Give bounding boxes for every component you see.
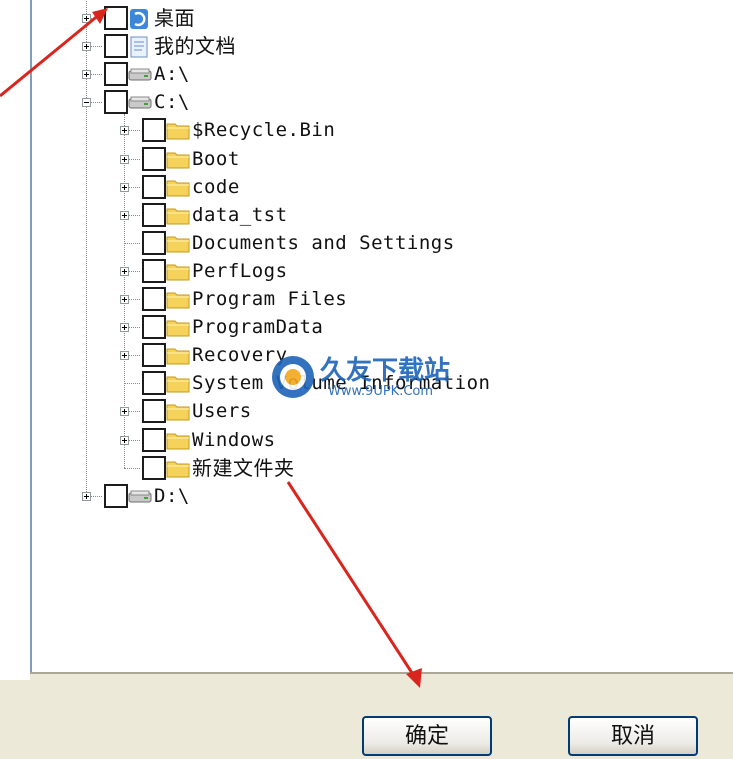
tree-node-label: Windows [192, 428, 276, 451]
tree-node-checkbox[interactable] [104, 90, 128, 115]
folder-icon [166, 205, 190, 225]
expand-plus-icon[interactable] [120, 435, 129, 445]
tree-node[interactable]: data_tst [32, 202, 732, 227]
folder-icon [166, 289, 190, 309]
expand-plus-icon[interactable] [120, 295, 129, 304]
tree-node-label: C:\ [154, 91, 190, 114]
tree-node[interactable]: 新建文件夹 [32, 455, 732, 480]
expand-plus-icon[interactable] [120, 351, 129, 361]
tree-node-checkbox[interactable] [142, 174, 166, 199]
tree-node-label: PerfLogs [192, 259, 288, 282]
expand-plus-icon[interactable] [120, 323, 129, 333]
folder-icon [166, 177, 190, 197]
tree-node[interactable]: 我的文档 [32, 34, 732, 59]
folder-icon [166, 317, 190, 337]
tree-node-checkbox[interactable] [104, 34, 128, 59]
folder-icon [166, 458, 190, 478]
tree-node-label: data_tst [192, 203, 288, 226]
folder-icon [166, 373, 190, 393]
tree-node-checkbox[interactable] [104, 483, 128, 508]
folder-icon [166, 430, 190, 450]
dialog-left-margin [0, 0, 30, 680]
folder-icon [166, 233, 190, 253]
watermark-logo-icon [272, 356, 314, 398]
ok-button[interactable]: 确定 [362, 716, 492, 756]
tree-node-checkbox[interactable] [104, 62, 128, 87]
tree-node[interactable]: ProgramData [32, 315, 732, 340]
collapse-minus-icon[interactable] [82, 98, 91, 108]
tree-node-label: $Recycle.Bin [192, 119, 336, 142]
tree-node[interactable]: Program Files [32, 287, 732, 311]
folder-icon [166, 120, 190, 140]
tree-node[interactable]: Boot [32, 146, 732, 171]
tree-node[interactable]: C:\ [32, 90, 732, 115]
tree-node-checkbox[interactable] [142, 146, 166, 171]
tree-node-checkbox[interactable] [142, 118, 166, 143]
expand-plus-icon[interactable] [82, 14, 91, 23]
tree-node-label: 桌面 [154, 6, 195, 30]
tree-node-label: ProgramData [192, 316, 324, 339]
tree-node[interactable]: A:\ [32, 62, 732, 87]
tree-node-checkbox[interactable] [142, 230, 166, 255]
tree-node[interactable]: PerfLogs [32, 258, 732, 283]
expand-plus-icon[interactable] [120, 210, 129, 220]
tree-node-label: 新建文件夹 [192, 455, 295, 480]
tree-node-label: Boot [192, 147, 240, 170]
watermark-url: Www.9UPK.Com [328, 384, 434, 399]
folder-tree-panel[interactable]: 桌面我的文档 A:\ C:\ $Recycle.Bin Boot code data_tst… [30, 0, 733, 672]
tree-node-checkbox[interactable] [142, 202, 166, 227]
tree-node-label: Program Files [192, 288, 348, 310]
drive-icon [128, 64, 152, 84]
expand-plus-icon[interactable] [120, 182, 129, 192]
tree-node-label: D:\ [154, 484, 190, 507]
expand-plus-icon[interactable] [120, 154, 129, 164]
tree-node-checkbox[interactable] [142, 315, 166, 340]
tree-node-checkbox[interactable] [142, 343, 166, 368]
folder-icon [166, 401, 190, 421]
tree-node-checkbox[interactable] [142, 455, 166, 480]
drive-icon [128, 486, 152, 506]
watermark: 久友下载站 Www.9UPK.Com [270, 350, 480, 410]
drive-icon [128, 92, 152, 112]
tree-node[interactable]: D:\ [32, 483, 732, 508]
tree-node-label: Users [192, 400, 252, 423]
tree-node-checkbox[interactable] [142, 258, 166, 283]
tree-node[interactable]: $Recycle.Bin [32, 118, 732, 143]
tree-node-checkbox[interactable] [104, 6, 128, 30]
tree-node[interactable]: code [32, 174, 732, 199]
expand-plus-icon[interactable] [120, 126, 129, 136]
folder-icon [166, 261, 190, 281]
tree-node-label: code [192, 175, 240, 198]
folder-icon [166, 149, 190, 169]
desktop-icon [128, 8, 150, 29]
tree-node-label: Documents and Settings [192, 231, 455, 254]
cancel-button[interactable]: 取消 [568, 716, 698, 756]
expand-plus-icon[interactable] [120, 266, 129, 276]
tree-node-checkbox[interactable] [142, 427, 166, 452]
panel-divider [30, 672, 733, 674]
tree-node-label: 我的文档 [154, 34, 236, 59]
folder-icon [166, 345, 190, 365]
watermark-title: 久友下载站 [320, 356, 451, 386]
tree-node-checkbox[interactable] [142, 371, 166, 396]
tree-node-checkbox[interactable] [142, 399, 166, 424]
expand-plus-icon[interactable] [82, 42, 91, 52]
tree-node[interactable]: 桌面 [32, 6, 732, 30]
tree-node-checkbox[interactable] [142, 287, 166, 311]
expand-plus-icon[interactable] [82, 491, 91, 501]
tree-node[interactable]: Documents and Settings [32, 230, 732, 255]
tree-node[interactable]: Windows [32, 427, 732, 452]
documents-icon [128, 36, 150, 58]
expand-plus-icon[interactable] [82, 70, 91, 80]
expand-plus-icon[interactable] [120, 407, 129, 417]
tree-node-label: A:\ [154, 63, 190, 86]
